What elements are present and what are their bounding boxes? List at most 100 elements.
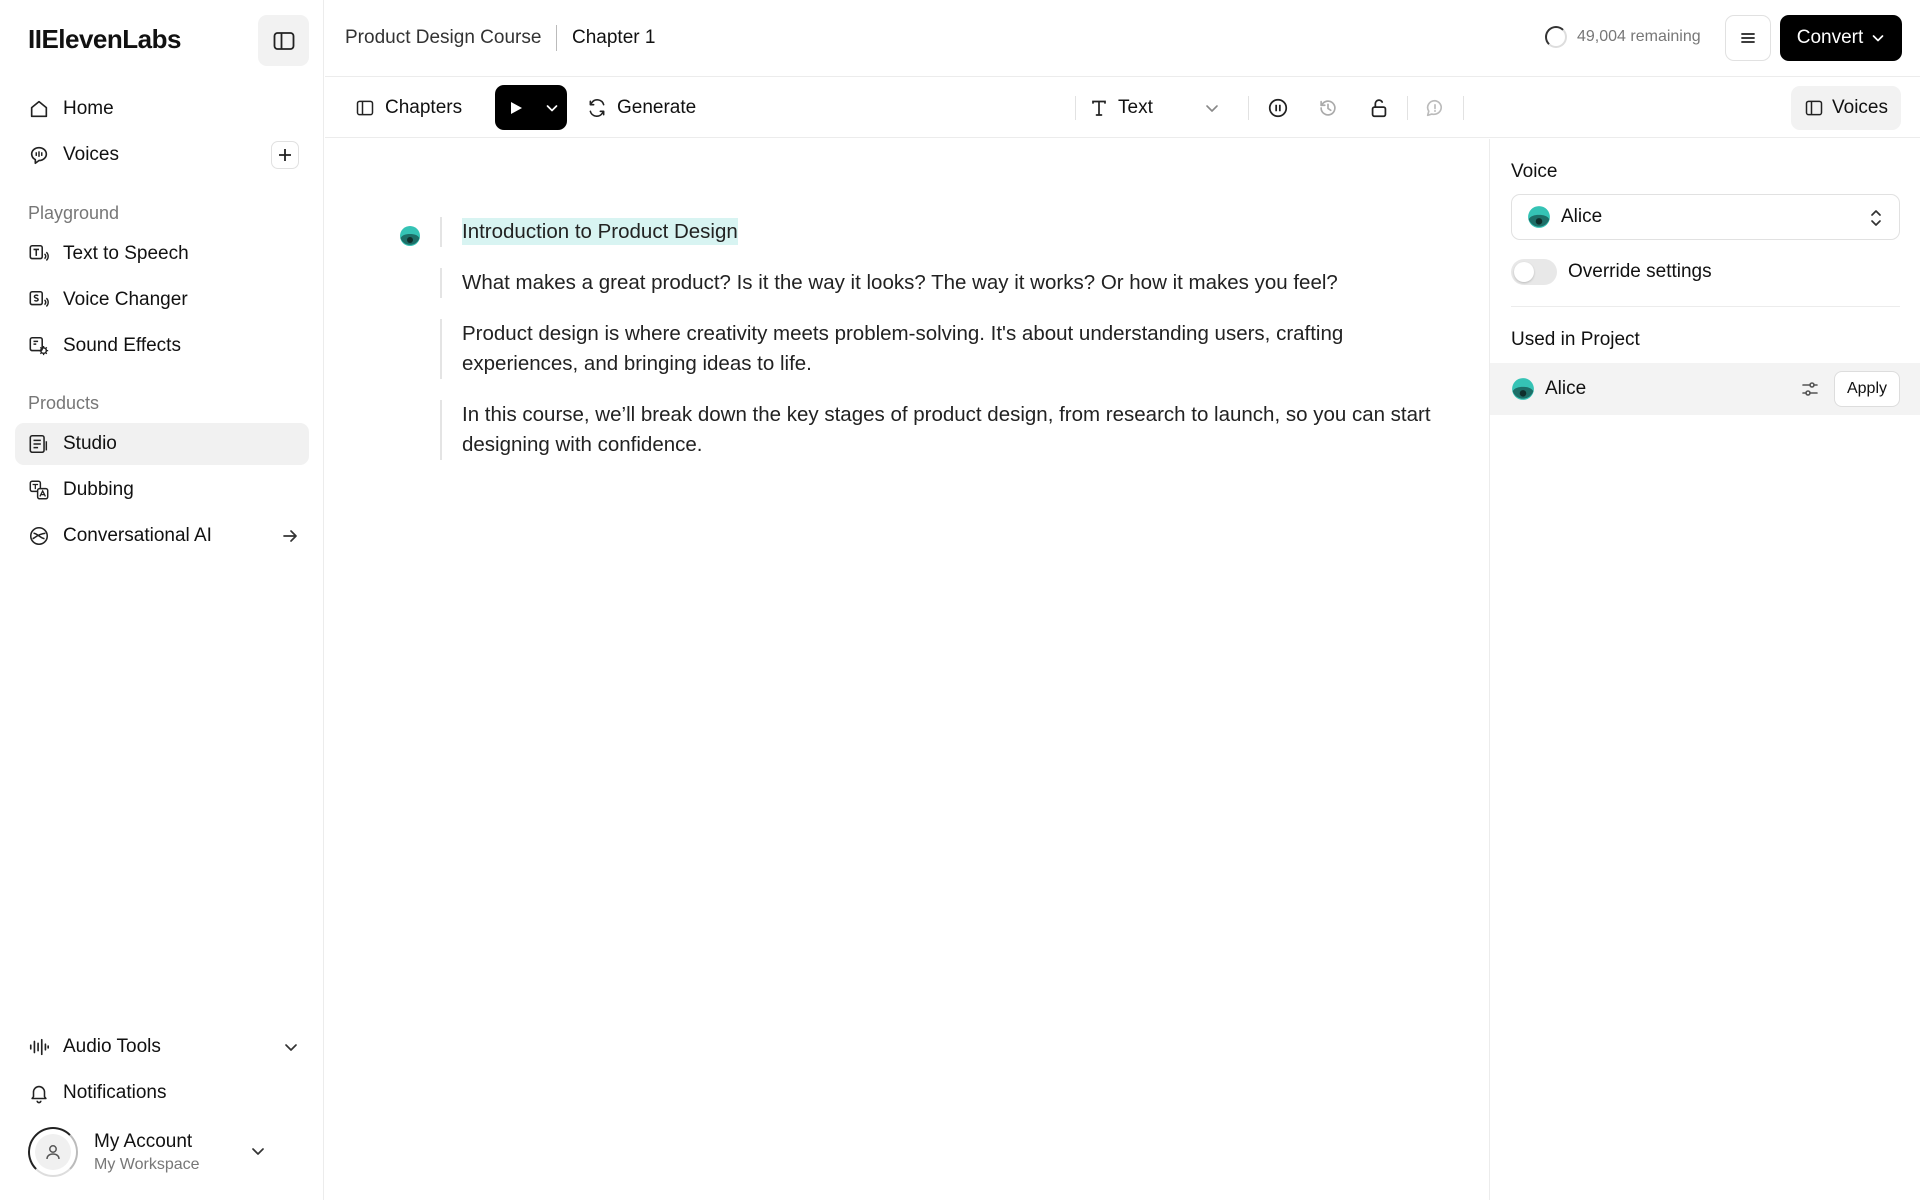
toolbar-divider	[1407, 96, 1408, 120]
sidebar: IIElevenLabs Home Voices Playground Text…	[0, 0, 324, 1200]
voices-icon	[28, 144, 50, 166]
studio-icon	[28, 433, 50, 455]
arrow-right-icon	[281, 527, 299, 545]
paragraph[interactable]: Product design is where creativity meets…	[440, 319, 1440, 379]
voice-avatar-icon	[1512, 378, 1534, 400]
avatar	[28, 1127, 78, 1177]
voice-avatar-icon	[1528, 206, 1550, 228]
chevron-down-icon	[283, 1039, 299, 1055]
bell-icon	[28, 1082, 50, 1104]
sidebar-item-conversational-ai[interactable]: Conversational AI	[15, 515, 309, 557]
paragraph-title[interactable]: Introduction to Product Design	[440, 217, 1440, 247]
sidebar-item-audio-tools[interactable]: Audio Tools	[15, 1026, 309, 1068]
sidebar-item-notifications[interactable]: Notifications	[15, 1072, 309, 1114]
play-options-button[interactable]	[537, 85, 567, 130]
used-voice-row[interactable]: Alice Apply	[1490, 363, 1920, 415]
paragraph[interactable]: In this course, we’ll break down the key…	[440, 400, 1440, 460]
sidebar-item-text-to-speech[interactable]: Text to Speech	[15, 233, 309, 275]
menu-button[interactable]	[1725, 15, 1771, 61]
sound-effects-icon	[28, 335, 50, 357]
section-label-playground: Playground	[28, 203, 120, 223]
editor-canvas[interactable]: Introduction to Product Design What make…	[325, 139, 1489, 1200]
sidebar-item-label: Studio	[63, 433, 117, 454]
paragraph[interactable]: What makes a great product? Is it the wa…	[440, 268, 1440, 298]
used-in-project-label: Used in Project	[1511, 329, 1640, 350]
sidebar-item-studio[interactable]: Studio	[15, 423, 309, 465]
breadcrumb-chapter[interactable]: Chapter 1	[572, 27, 655, 49]
voice-changer-icon	[28, 289, 50, 311]
voice-select[interactable]: Alice	[1511, 194, 1900, 240]
sidebar-toggle-button[interactable]	[258, 15, 309, 66]
account-menu[interactable]: My Account My Workspace	[28, 1127, 200, 1177]
sidebar-item-voice-changer[interactable]: Voice Changer	[15, 279, 309, 321]
sidebar-item-label: Conversational AI	[63, 525, 212, 546]
sidebar-item-label: Text to Speech	[63, 243, 189, 264]
voice-label: Voice	[1511, 161, 1558, 182]
plus-icon	[279, 149, 291, 161]
credits-remaining: 49,004 remaining	[1545, 26, 1701, 48]
toolbar-divider	[1075, 96, 1076, 120]
audio-tools-icon	[28, 1036, 50, 1058]
play-button[interactable]	[495, 85, 537, 130]
chevron-down-icon	[546, 104, 558, 111]
sidebar-item-label: Dubbing	[63, 479, 134, 500]
sidebar-item-sound-effects[interactable]: Sound Effects	[15, 325, 309, 367]
chevron-down-icon[interactable]	[250, 1143, 266, 1159]
generate-button[interactable]: Generate	[587, 78, 696, 138]
comment-icon[interactable]	[1422, 95, 1448, 121]
unlock-icon[interactable]	[1366, 95, 1392, 121]
text-mode-label: Text	[1118, 97, 1153, 118]
refresh-icon	[589, 99, 605, 117]
chevron-up-down-icon	[1871, 210, 1881, 226]
account-workspace: My Workspace	[94, 1155, 200, 1173]
chapters-button[interactable]: Chapters	[355, 78, 462, 138]
sidebar-item-label: Voices	[63, 144, 119, 165]
top-bar: Product Design Course Chapter 1 49,004 r…	[325, 0, 1920, 77]
voices-panel: Voice Alice Override settings Used in Pr…	[1489, 139, 1920, 1200]
user-icon	[46, 1145, 60, 1160]
text-to-speech-icon	[28, 243, 50, 265]
history-icon[interactable]	[1315, 95, 1341, 121]
chevron-down-icon	[1872, 35, 1884, 42]
used-voice-name: Alice	[1545, 378, 1587, 399]
conversational-ai-icon	[28, 525, 50, 547]
editor-toolbar: Chapters Generate Text Voices	[325, 78, 1920, 138]
add-voice-button[interactable]	[271, 141, 299, 169]
apply-button[interactable]: Apply	[1834, 371, 1900, 407]
credits-remaining-text: 49,004 remaining	[1577, 28, 1701, 45]
sidebar-item-dubbing[interactable]: Dubbing	[15, 469, 309, 511]
override-settings-label: Override settings	[1568, 261, 1712, 282]
voices-button-label: Voices	[1832, 97, 1888, 118]
pause-icon[interactable]	[1265, 95, 1291, 121]
credits-progress-icon	[1545, 26, 1567, 48]
toolbar-divider	[1463, 96, 1464, 120]
sidebar-item-label: Audio Tools	[63, 1036, 161, 1057]
voices-panel-button[interactable]: Voices	[1791, 86, 1901, 130]
hamburger-icon	[1741, 33, 1755, 43]
divider	[1511, 306, 1900, 307]
sidebar-item-home[interactable]: Home	[15, 88, 309, 130]
convert-button[interactable]: Convert	[1780, 15, 1902, 61]
dubbing-icon	[28, 479, 50, 501]
sidebar-panel-icon	[356, 100, 374, 116]
sidebar-panel-icon	[273, 31, 294, 50]
app-logo[interactable]: IIElevenLabs	[28, 24, 181, 55]
override-settings-row: Override settings	[1511, 259, 1712, 285]
sidebar-item-voices[interactable]: Voices	[15, 134, 309, 176]
play-icon	[511, 101, 522, 114]
sidebar-item-label: Sound Effects	[63, 335, 181, 356]
voice-avatar-icon[interactable]	[399, 225, 421, 247]
convert-button-label: Convert	[1796, 27, 1864, 48]
section-label-products: Products	[28, 393, 100, 413]
breadcrumb-project[interactable]: Product Design Course	[345, 27, 541, 49]
sidebar-item-label: Voice Changer	[63, 289, 188, 310]
panel-right-icon	[1805, 100, 1823, 116]
sidebar-item-label: Notifications	[63, 1082, 167, 1103]
toolbar-divider	[1248, 96, 1249, 120]
override-settings-toggle[interactable]	[1511, 259, 1557, 285]
breadcrumb-divider	[556, 25, 557, 51]
text-icon	[1092, 100, 1106, 116]
sidebar-item-label: Home	[63, 98, 114, 119]
text-mode-select[interactable]: Text	[1090, 78, 1220, 138]
chapter-title: Introduction to Product Design	[462, 218, 738, 245]
